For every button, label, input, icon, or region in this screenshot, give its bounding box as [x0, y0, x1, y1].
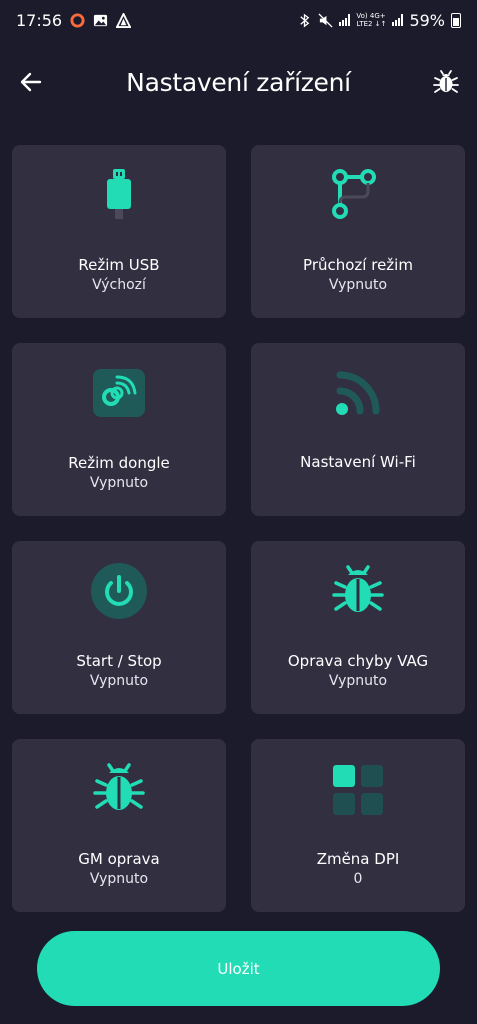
tile-label: Oprava chyby VAG: [287, 652, 429, 670]
save-button[interactable]: Uložit: [37, 931, 440, 1006]
passthrough-icon: [332, 169, 376, 219]
power-icon: [91, 563, 147, 619]
dongle-icon: [93, 369, 145, 417]
tile-label: Režim dongle: [68, 454, 170, 472]
tile-passthrough-mode[interactable]: Průchozí režim Vypnuto: [251, 145, 465, 318]
tile-usb-mode[interactable]: Režim USB Výchozí: [12, 145, 226, 318]
settings-grid: Režim USB Výchozí Průchozí režim Vypnuto…: [12, 145, 465, 912]
tile-label: Režim USB: [78, 256, 160, 274]
page-title: Nastavení zařízení: [126, 67, 351, 97]
tile-wifi-settings[interactable]: Nastavení Wi-Fi: [251, 343, 465, 516]
battery-percent: 59%: [409, 10, 445, 30]
tile-label: Start / Stop: [76, 652, 162, 670]
tile-value: Vypnuto: [328, 673, 388, 689]
tile-vag-fix[interactable]: Oprava chyby VAG Vypnuto: [251, 541, 465, 714]
bluetooth-icon: [300, 13, 310, 27]
tile-value: Vypnuto: [89, 871, 149, 887]
wifi-signal-icon: [339, 14, 351, 26]
mute-icon: [318, 12, 333, 28]
network-label-2: LTE2 ↓↑: [356, 20, 387, 28]
tile-gm-fix[interactable]: GM oprava Vypnuto: [12, 739, 226, 912]
cell-signal-icon: [392, 14, 404, 26]
record-icon: [70, 12, 85, 28]
tile-label: Nastavení Wi-Fi: [300, 453, 416, 471]
back-arrow-icon[interactable]: [18, 68, 46, 96]
battery-icon: [451, 12, 461, 28]
status-bar: 17:56 Vo) 4G+ LTE2 ↓↑ 59%: [0, 0, 477, 40]
tile-value: Vypnuto: [328, 277, 388, 293]
tile-value: Vypnuto: [89, 475, 149, 491]
usb-icon: [107, 169, 131, 219]
status-time: 17:56: [16, 10, 63, 30]
network-label: Vo) 4G+: [356, 12, 386, 20]
bug-icon[interactable]: [431, 67, 461, 97]
gallery-icon: [94, 14, 108, 26]
tile-value: 0: [353, 871, 363, 887]
tile-dongle-mode[interactable]: Režim dongle Vypnuto: [12, 343, 226, 516]
bug-icon: [93, 763, 145, 810]
tile-value: Vypnuto: [89, 673, 149, 689]
tile-label: Průchozí režim: [303, 256, 413, 274]
tile-label: GM oprava: [78, 850, 160, 868]
tile-start-stop[interactable]: Start / Stop Vypnuto: [12, 541, 226, 714]
tile-dpi-change[interactable]: Změna DPI 0: [251, 739, 465, 912]
app-header: Nastavení zařízení: [0, 48, 477, 116]
wifi-icon: [336, 371, 380, 415]
app-notification-icon: [116, 12, 132, 28]
tile-label: Změna DPI: [316, 850, 400, 868]
grid-icon: [333, 765, 383, 815]
bug-icon: [332, 565, 384, 612]
tile-value: Výchozí: [92, 277, 146, 293]
